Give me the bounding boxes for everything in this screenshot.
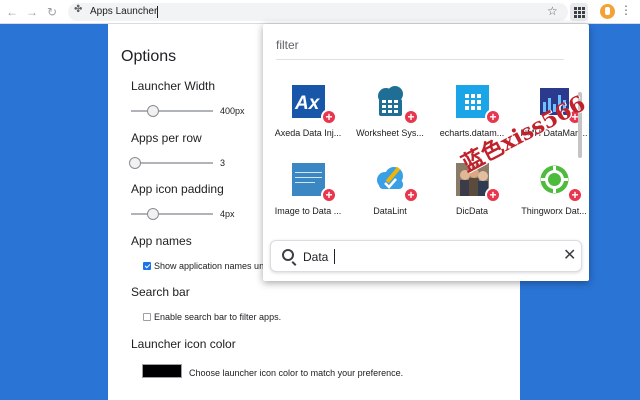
app-tile-datalint[interactable]: + DataLint	[349, 163, 431, 233]
reload-icon[interactable]: ↻	[44, 4, 60, 20]
close-icon[interactable]: ✕	[563, 248, 576, 264]
bookmark-star-icon[interactable]: ☆	[547, 4, 558, 18]
filter-label: filter	[276, 38, 299, 52]
extension-puzzle-icon: ✤	[74, 4, 83, 15]
apps-per-row-value: 3	[220, 158, 226, 168]
launcher-width-slider[interactable]	[131, 105, 213, 117]
apps-per-row-slider[interactable]	[129, 157, 213, 169]
enable-search-checkbox-label: Enable search bar to filter apps.	[154, 312, 282, 322]
slider-thumb[interactable]	[147, 208, 159, 220]
thingworx-gear-icon	[540, 165, 569, 194]
add-app-icon[interactable]: +	[403, 109, 419, 125]
page-title: Apps Launcher	[90, 6, 158, 17]
forward-arrow-icon[interactable]: →	[24, 4, 40, 20]
search-bar-label: Search bar	[131, 285, 190, 299]
echarts-grid-icon	[456, 85, 489, 118]
app-names-label: App names	[131, 234, 192, 248]
address-bar[interactable]: ✤ Apps Launcher	[68, 3, 568, 21]
svg-text:Ax: Ax	[294, 93, 321, 114]
search-bar[interactable]: ✕	[270, 240, 582, 272]
icon-padding-slider[interactable]	[131, 208, 213, 220]
app-tile-image-to-data[interactable]: + Image to Data ...	[267, 163, 349, 233]
launcher-width-value: 400px	[220, 106, 245, 116]
icon-color-picker[interactable]	[142, 364, 182, 378]
slider-thumb[interactable]	[129, 157, 141, 169]
add-app-icon[interactable]: +	[567, 187, 583, 203]
add-app-icon[interactable]: +	[321, 109, 337, 125]
app-name: Thingworx Dat...	[521, 206, 587, 216]
app-name: Axeda Data Inj...	[274, 128, 342, 138]
search-icon	[282, 249, 294, 261]
app-name: DataLint	[373, 206, 407, 216]
kebab-menu-icon[interactable]: ⋮	[620, 3, 632, 17]
divider	[276, 59, 564, 60]
apps-per-row-label: Apps per row	[131, 131, 202, 145]
show-names-checkbox[interactable]	[143, 262, 151, 270]
slider-thumb[interactable]	[147, 105, 159, 117]
browser-toolbar: ← → ↻ ✤ Apps Launcher ☆ ⋮	[0, 0, 640, 24]
add-app-icon[interactable]: +	[321, 187, 337, 203]
icon-color-label: Launcher icon color	[131, 337, 236, 351]
apps-launcher-grid-icon[interactable]	[570, 3, 588, 21]
back-arrow-icon[interactable]: ←	[4, 4, 20, 20]
app-tile-thingworx[interactable]: + Thingworx Dat...	[513, 163, 589, 233]
add-app-icon[interactable]: +	[485, 187, 501, 203]
enable-search-checkbox[interactable]	[143, 313, 151, 321]
text-caret	[157, 6, 158, 18]
icon-padding-label: App icon padding	[131, 182, 224, 196]
launcher-width-label: Launcher Width	[131, 79, 216, 93]
worksheet-cloud-icon	[378, 86, 403, 116]
datalint-cloud-icon	[377, 166, 403, 189]
icon-padding-value: 4px	[220, 209, 235, 219]
app-tile-axeda[interactable]: Ax + Axeda Data Inj...	[267, 85, 349, 155]
app-name: DicData	[455, 206, 488, 216]
show-names-checkbox-label: Show application names und	[154, 261, 270, 271]
icon-color-description: Choose launcher icon color to match your…	[189, 368, 404, 378]
app-name: Image to Data ...	[274, 206, 342, 216]
text-caret	[334, 249, 335, 264]
options-heading: Options	[121, 48, 177, 65]
app-tile-worksheet[interactable]: + Worksheet Sys...	[349, 85, 431, 155]
app-name: Worksheet Sys...	[356, 128, 424, 138]
add-app-icon[interactable]: +	[403, 187, 419, 203]
image-to-data-icon	[292, 163, 325, 196]
search-input[interactable]	[303, 249, 523, 265]
profile-avatar[interactable]	[600, 4, 615, 19]
axeda-icon: Ax	[292, 85, 325, 118]
add-app-icon[interactable]: +	[485, 109, 501, 125]
apps-launcher-popup: filter Ax + Axeda Data Inj... + Workshee…	[263, 24, 589, 281]
